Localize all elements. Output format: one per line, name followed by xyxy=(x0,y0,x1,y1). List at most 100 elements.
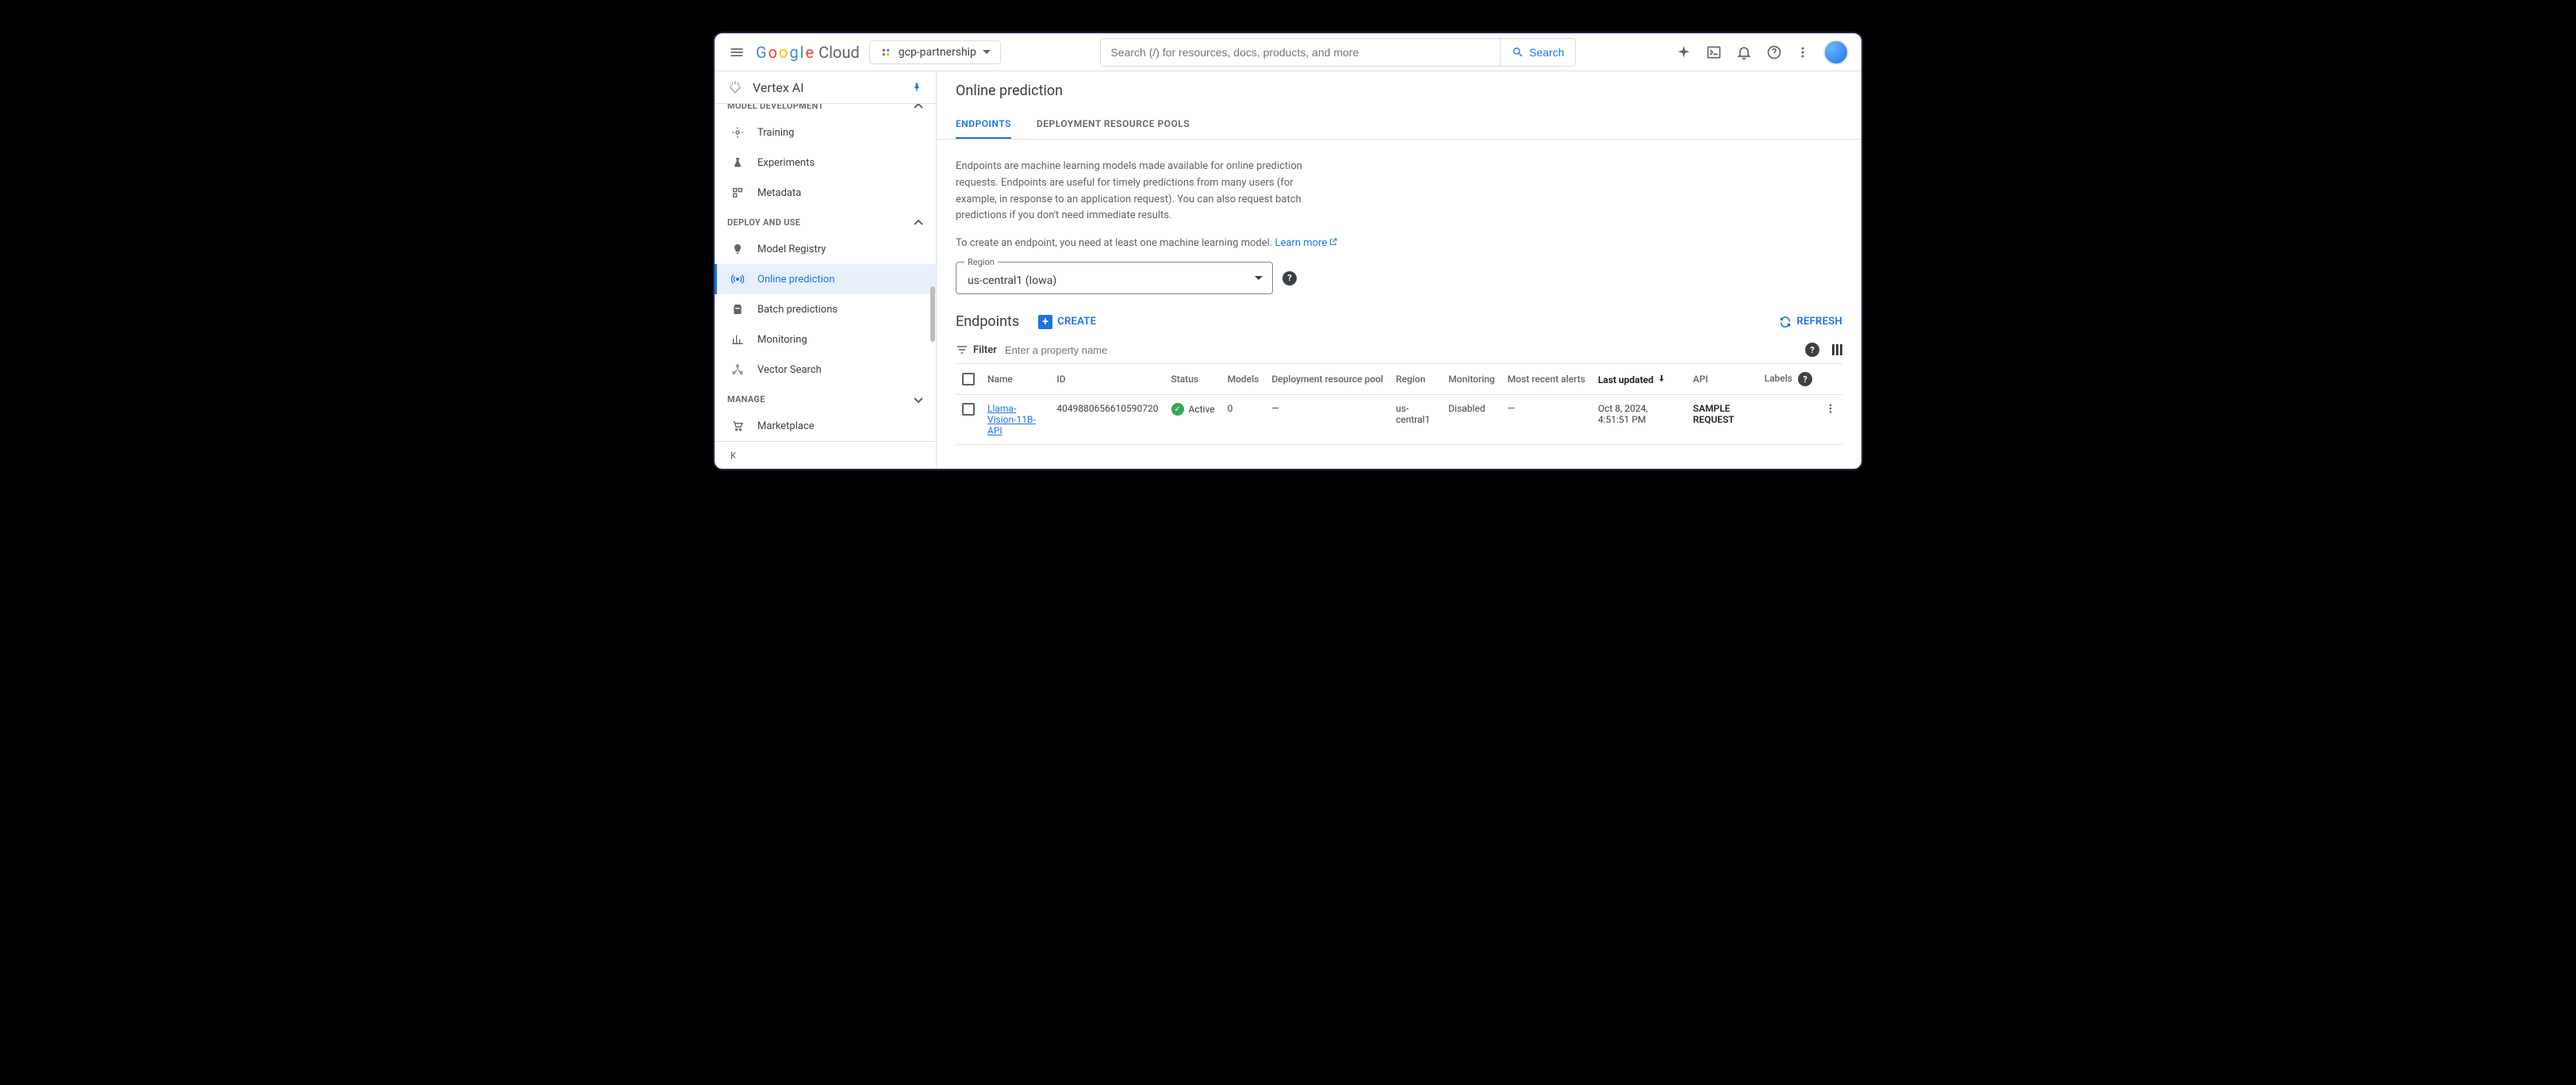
chevron-down-icon xyxy=(914,395,923,404)
sort-desc-icon xyxy=(1657,374,1666,383)
sidebar-group-deploy[interactable]: DEPLOY AND USE xyxy=(715,208,936,234)
sidebar-item-online-prediction[interactable]: Online prediction xyxy=(715,264,936,294)
sidebar-group-model-development[interactable]: MODEL DEVELOPMENT xyxy=(715,104,936,117)
columns-icon[interactable] xyxy=(1832,344,1842,355)
col-api[interactable]: API xyxy=(1687,364,1758,395)
col-id[interactable]: ID xyxy=(1050,364,1164,395)
gemini-icon[interactable] xyxy=(1676,44,1692,60)
scrollbar-thumb[interactable] xyxy=(930,286,935,342)
sidebar-item-marketplace[interactable]: Marketplace xyxy=(715,411,936,441)
sidebar-item-label: Metadata xyxy=(757,187,801,199)
col-models[interactable]: Models xyxy=(1221,364,1266,395)
sidebar-item-vector-search[interactable]: Vector Search xyxy=(715,355,936,385)
alerts-cell: — xyxy=(1501,395,1592,445)
help-icon[interactable] xyxy=(1766,44,1782,60)
cloud-shell-icon[interactable] xyxy=(1706,44,1722,60)
refresh-button[interactable]: REFRESH xyxy=(1779,316,1842,328)
hamburger-menu-icon[interactable] xyxy=(727,43,746,62)
col-status[interactable]: Status xyxy=(1165,364,1221,395)
sidebar-group-manage[interactable]: MANAGE xyxy=(715,385,936,411)
sidebar-item-label: Experiments xyxy=(757,157,815,169)
sample-request-button[interactable]: SAMPLE REQUEST xyxy=(1693,403,1735,425)
search-button[interactable]: Search xyxy=(1500,39,1575,66)
sidebar-item-monitoring[interactable]: Monitoring xyxy=(715,324,936,355)
bulb-icon xyxy=(730,242,745,256)
sidebar-item-label: Batch predictions xyxy=(757,304,838,316)
dropdown-caret-icon xyxy=(983,48,991,56)
labels-help-icon[interactable]: ? xyxy=(1798,372,1812,386)
sidebar-item-batch-predictions[interactable]: Batch predictions xyxy=(715,294,936,324)
col-alerts[interactable]: Most recent alerts xyxy=(1501,364,1592,395)
refresh-button-label: REFRESH xyxy=(1796,316,1842,328)
overflow-menu-icon[interactable] xyxy=(1796,46,1809,59)
sidebar-item-model-registry[interactable]: Model Registry xyxy=(715,234,936,264)
collapse-icon xyxy=(729,450,740,461)
dropdown-caret-icon xyxy=(1255,274,1263,282)
col-region[interactable]: Region xyxy=(1390,364,1442,395)
sidebar-item-experiments[interactable]: Experiments xyxy=(715,148,936,178)
region-cell: us-central1 xyxy=(1390,395,1442,445)
sidebar-collapse-button[interactable] xyxy=(715,441,936,469)
models-count: 0 xyxy=(1221,395,1266,445)
col-labels[interactable]: Labels ? xyxy=(1758,364,1819,395)
row-checkbox[interactable] xyxy=(962,403,975,416)
row-menu-button[interactable] xyxy=(1819,395,1842,445)
section-title: Endpoints xyxy=(956,313,1019,330)
monitoring-cell: Disabled xyxy=(1442,395,1501,445)
top-bar: Google Cloud gcp-partnership Search xyxy=(715,33,1861,71)
sidebar-item-label: Training xyxy=(757,127,794,139)
endpoint-name-link[interactable]: Llama-Vision-11B-API xyxy=(987,403,1036,436)
chevron-up-icon xyxy=(914,104,923,111)
filter-icon xyxy=(956,343,968,356)
sidebar-item-label: Marketplace xyxy=(757,420,815,432)
user-avatar[interactable] xyxy=(1823,40,1849,65)
search-input[interactable] xyxy=(1101,39,1500,66)
chart-icon xyxy=(730,332,745,347)
vertex-ai-icon xyxy=(727,79,743,95)
filter-help-icon[interactable]: ? xyxy=(1805,343,1819,357)
app-window: Google Cloud gcp-partnership Search xyxy=(713,32,1863,470)
batch-icon xyxy=(730,302,745,316)
main-content: Online prediction ENDPOINTS DEPLOYMENT R… xyxy=(937,71,1861,469)
sidebar-item-label: Vector Search xyxy=(757,364,822,376)
learn-more-link[interactable]: Learn more xyxy=(1275,237,1338,249)
region-help-icon[interactable]: ? xyxy=(1282,271,1297,286)
updated-cell: Oct 8, 2024, 4:51:51 PM xyxy=(1592,395,1687,445)
broadcast-icon xyxy=(730,272,745,286)
description-text: Endpoints are machine learning models ma… xyxy=(956,159,1321,224)
endpoint-id: 4049880656610590720 xyxy=(1050,395,1164,445)
filter-input[interactable] xyxy=(1005,344,1797,356)
col-updated[interactable]: Last updated xyxy=(1592,364,1687,395)
sidebar-title: Vertex AI xyxy=(753,80,901,95)
plus-icon: + xyxy=(1038,315,1052,329)
region-label: Region xyxy=(964,257,998,267)
chevron-up-icon xyxy=(914,218,923,228)
select-all-checkbox[interactable] xyxy=(962,373,975,385)
sidebar: Vertex AI MODEL DEVELOPMENT Training Exp… xyxy=(715,71,937,469)
tab-deployment-resource-pools[interactable]: DEPLOYMENT RESOURCE POOLS xyxy=(1037,110,1190,139)
pin-icon[interactable] xyxy=(910,81,923,94)
page-title: Online prediction xyxy=(937,71,1861,110)
google-cloud-logo[interactable]: Google Cloud xyxy=(756,43,860,62)
col-monitoring[interactable]: Monitoring xyxy=(1442,364,1501,395)
tabs: ENDPOINTS DEPLOYMENT RESOURCE POOLS xyxy=(937,110,1861,140)
sidebar-item-training[interactable]: Training xyxy=(715,117,936,148)
create-button[interactable]: + CREATE xyxy=(1038,315,1096,329)
sidebar-item-metadata[interactable]: Metadata xyxy=(715,178,936,208)
sidebar-item-label: Model Registry xyxy=(757,243,826,255)
region-select[interactable]: Region us-central1 (Iowa) xyxy=(956,262,1273,294)
vector-icon xyxy=(730,362,745,377)
notifications-icon[interactable] xyxy=(1736,44,1752,60)
flask-icon xyxy=(730,155,745,170)
sidebar-item-label: Monitoring xyxy=(757,334,807,346)
tab-endpoints[interactable]: ENDPOINTS xyxy=(956,110,1011,139)
region-value: us-central1 (Iowa) xyxy=(968,274,1056,287)
col-pool[interactable]: Deployment resource pool xyxy=(1265,364,1390,395)
endpoints-table: Name ID Status Models Deployment resourc… xyxy=(956,364,1842,445)
search-button-label: Search xyxy=(1529,46,1564,59)
filter-label[interactable]: Filter xyxy=(956,343,997,356)
external-link-icon xyxy=(1328,237,1338,247)
col-name[interactable]: Name xyxy=(981,364,1050,395)
status-text: Active xyxy=(1189,404,1215,415)
project-picker[interactable]: gcp-partnership xyxy=(869,40,1001,64)
